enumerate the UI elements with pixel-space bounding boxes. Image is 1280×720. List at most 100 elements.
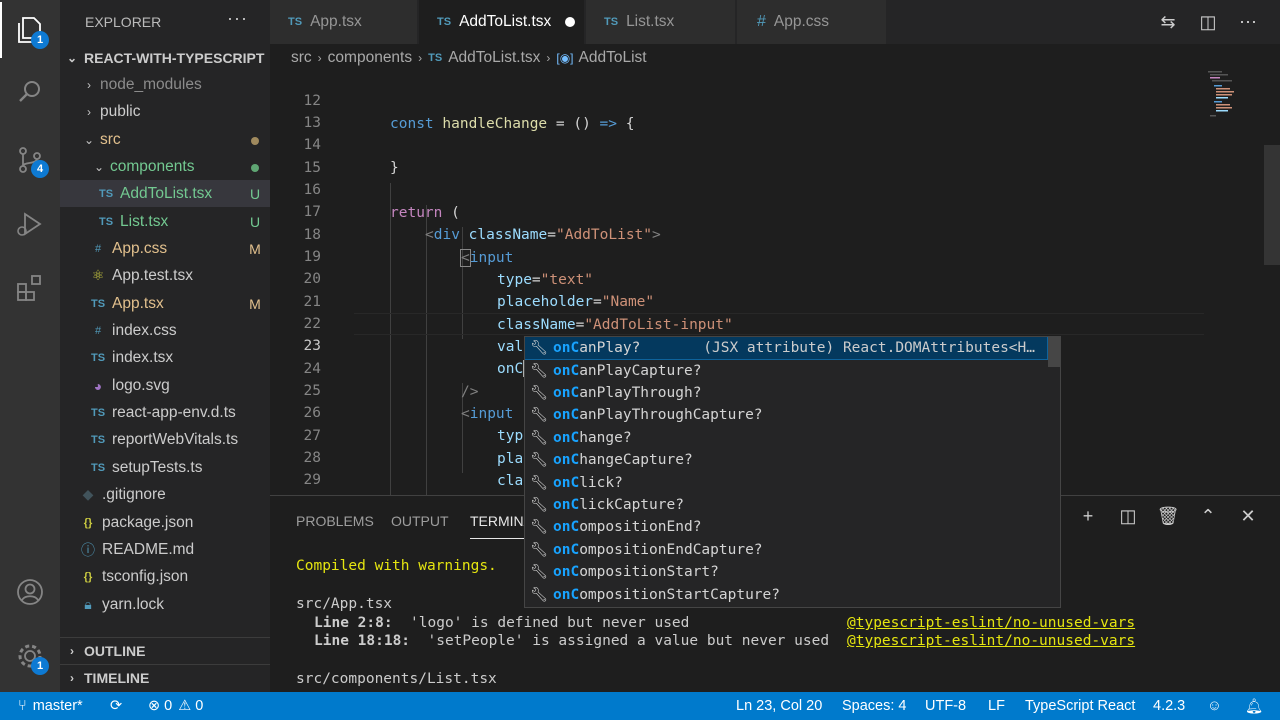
breadcrumb-symbol[interactable]: AddToList <box>579 49 647 67</box>
tree-item-node-modules[interactable]: › node_modules <box>60 71 270 98</box>
chevron-down-icon: ⌄ <box>83 132 95 147</box>
encoding[interactable]: UTF-8 <box>925 692 966 720</box>
tree-item-app-test[interactable]: ⚛ App.test.tsx <box>60 262 270 289</box>
suggestion-item[interactable]: 🔧︎ onC hange? <box>525 427 1047 449</box>
unsaved-dot-icon[interactable] <box>565 17 576 27</box>
suggestion-item[interactable]: 🔧︎ onC ompositionEndCapture? <box>525 539 1047 561</box>
branch-indicator[interactable]: ⑂ master* <box>18 692 83 720</box>
autocomplete-suggestions: 🔧︎ onC anPlay? (JSX attribute) React.DOMA… <box>524 336 1061 608</box>
tab-app-tsx[interactable]: TS App.tsx <box>270 0 418 44</box>
bell-icon[interactable]: 🔔︎ <box>1245 692 1263 720</box>
terminal-rule-link[interactable]: @typescript-eslint/no-unused-vars <box>847 615 1135 631</box>
problems-indicator[interactable]: ⊗ 0 ⚠ 0 <box>148 692 203 720</box>
suggestion-item[interactable]: 🔧︎ onC anPlay? (JSX attribute) React.DOMA… <box>525 337 1048 361</box>
tab-output[interactable]: OUTPUT <box>391 513 449 529</box>
suggestion-item[interactable]: 🔧︎ onC ompositionStart? <box>525 561 1047 583</box>
source-control-icon[interactable] <box>0 132 60 188</box>
tree-item-react-app-env[interactable]: TS react-app-env.d.ts <box>60 399 270 426</box>
chevron-right-icon: › <box>87 77 91 92</box>
minimap[interactable] <box>1206 71 1276 131</box>
code-line: 22 value={input.name} <box>303 316 655 355</box>
typescript-file-icon: TS <box>98 187 114 200</box>
suggestion-item[interactable]: 🔧︎ onC anPlayCapture? <box>525 359 1047 381</box>
sync-icon[interactable]: ⟳ <box>110 692 122 720</box>
tree-item-label: .gitignore <box>102 485 166 503</box>
tree-item-label: App.test.tsx <box>112 266 193 284</box>
suggestion-item[interactable]: 🔧︎ onC hangeCapture? <box>525 449 1047 471</box>
git-status-badge: U <box>249 213 261 230</box>
terminal-rule-link[interactable]: @typescript-eslint/no-unused-vars <box>847 633 1135 649</box>
open-changes-icon[interactable]: ⇆ <box>1148 12 1188 33</box>
tree-item-gitignore[interactable]: ◆ .gitignore <box>60 481 270 508</box>
indentation[interactable]: Spaces: 4 <box>842 692 907 720</box>
more-actions-icon[interactable]: ⋯ <box>1228 12 1268 33</box>
split-editor-icon[interactable]: ◫ <box>1188 12 1228 33</box>
tree-item-addtolist[interactable]: TS AddToList.tsx U <box>60 180 270 207</box>
info-file-icon: ⓘ <box>81 541 95 558</box>
tree-item-readme[interactable]: ⓘ README.md <box>60 536 270 563</box>
tree-item-label: index.tsx <box>112 348 174 366</box>
json-file-icon: {} <box>83 570 93 583</box>
tree-item-package-json[interactable]: {} package.json <box>60 509 270 536</box>
explorer-icon[interactable] <box>0 2 60 58</box>
split-terminal-icon[interactable]: ◫ <box>1108 506 1148 527</box>
manage-gear-icon[interactable] <box>0 628 60 684</box>
tree-item-index-tsx[interactable]: TS index.tsx <box>60 344 270 371</box>
tree-item-index-css[interactable]: # index.css <box>60 317 270 344</box>
extensions-icon[interactable] <box>0 260 60 316</box>
suggestion-item[interactable]: 🔧︎ onC lickCapture? <box>525 494 1047 516</box>
css-file-icon: # <box>94 324 102 337</box>
suggestion-item[interactable]: 🔧︎ onC ompositionStartCapture? <box>525 583 1047 605</box>
tree-item-label: public <box>100 102 141 120</box>
new-terminal-icon[interactable]: + <box>1068 506 1108 527</box>
tree-item-logo-svg[interactable]: ◕ logo.svg <box>60 372 270 399</box>
warning-count: 0 <box>195 698 204 714</box>
suggestion-item[interactable]: 🔧︎ onC anPlayThroughCapture? <box>525 404 1047 426</box>
tab-list-tsx[interactable]: TS List.tsx <box>586 0 736 44</box>
breadcrumb-src[interactable]: src <box>291 49 312 67</box>
terminal-file-line: src/components/List.tsx <box>296 671 497 687</box>
tree-item-app-css[interactable]: # App.css M <box>60 235 270 262</box>
close-icon[interactable]: ✕ <box>1228 506 1268 527</box>
tree-item-label: List.tsx <box>120 212 169 230</box>
editor-scrollbar[interactable] <box>1264 145 1280 265</box>
suggestion-item[interactable]: 🔧︎ onC lick? <box>525 471 1047 493</box>
tree-item-list[interactable]: TS List.tsx U <box>60 208 270 235</box>
breadcrumb-components[interactable]: components <box>328 49 412 67</box>
feedback-icon[interactable]: ☺ <box>1207 692 1222 720</box>
trash-icon[interactable]: 🗑︎ <box>1148 506 1188 527</box>
tree-item-app-tsx[interactable]: TS App.tsx M <box>60 290 270 317</box>
tab-addtolist-tsx[interactable]: TS AddToList.tsx <box>419 0 585 44</box>
chevron-right-icon: › <box>87 104 91 119</box>
timeline-section-header[interactable]: › TIMELINE <box>60 664 270 691</box>
end-of-line[interactable]: LF <box>988 692 1005 720</box>
wrench-icon: 🔧︎ <box>530 384 548 401</box>
tree-item-yarn-lock[interactable]: 🔒︎ yarn.lock <box>60 591 270 618</box>
run-debug-icon[interactable] <box>0 196 60 252</box>
suggestion-item[interactable]: 🔧︎ onC ompositionEnd? <box>525 516 1047 538</box>
typescript-version[interactable]: 4.2.3 <box>1153 692 1185 720</box>
more-actions-button[interactable]: ··· <box>227 8 248 29</box>
wrench-icon: 🔧︎ <box>530 340 548 357</box>
cursor-position[interactable]: Ln 23, Col 20 <box>736 692 822 720</box>
accounts-icon[interactable] <box>0 564 60 620</box>
tree-item-src[interactable]: ⌄ src <box>60 126 270 153</box>
suggestions-scrollbar[interactable] <box>1048 337 1060 367</box>
tree-item-tsconfig[interactable]: {} tsconfig.json <box>60 563 270 590</box>
tab-problems[interactable]: PROBLEMS <box>296 513 374 529</box>
breadcrumb-file[interactable]: AddToList.tsx <box>448 49 540 67</box>
suggestion-item[interactable]: 🔧︎ onC anPlayThrough? <box>525 382 1047 404</box>
tab-app-css[interactable]: # App.css <box>737 0 887 44</box>
chevron-down-icon: ⌄ <box>93 159 105 174</box>
wrench-icon: 🔧︎ <box>530 564 548 581</box>
tree-item-components[interactable]: ⌄ components <box>60 153 270 180</box>
tree-item-report-web-vitals[interactable]: TS reportWebVitals.ts <box>60 426 270 453</box>
outline-section-header[interactable]: › OUTLINE <box>60 637 270 664</box>
chevron-up-icon[interactable]: ⌃ <box>1188 506 1228 527</box>
search-icon[interactable] <box>0 64 60 120</box>
project-section-header[interactable]: ⌄ REACT-WITH-TYPESCRIPT <box>60 44 270 71</box>
code-line: 13 <box>303 115 321 132</box>
language-mode[interactable]: TypeScript React <box>1025 692 1135 720</box>
tree-item-setup-tests[interactable]: TS setupTests.ts <box>60 454 270 481</box>
tree-item-public[interactable]: › public <box>60 98 270 125</box>
